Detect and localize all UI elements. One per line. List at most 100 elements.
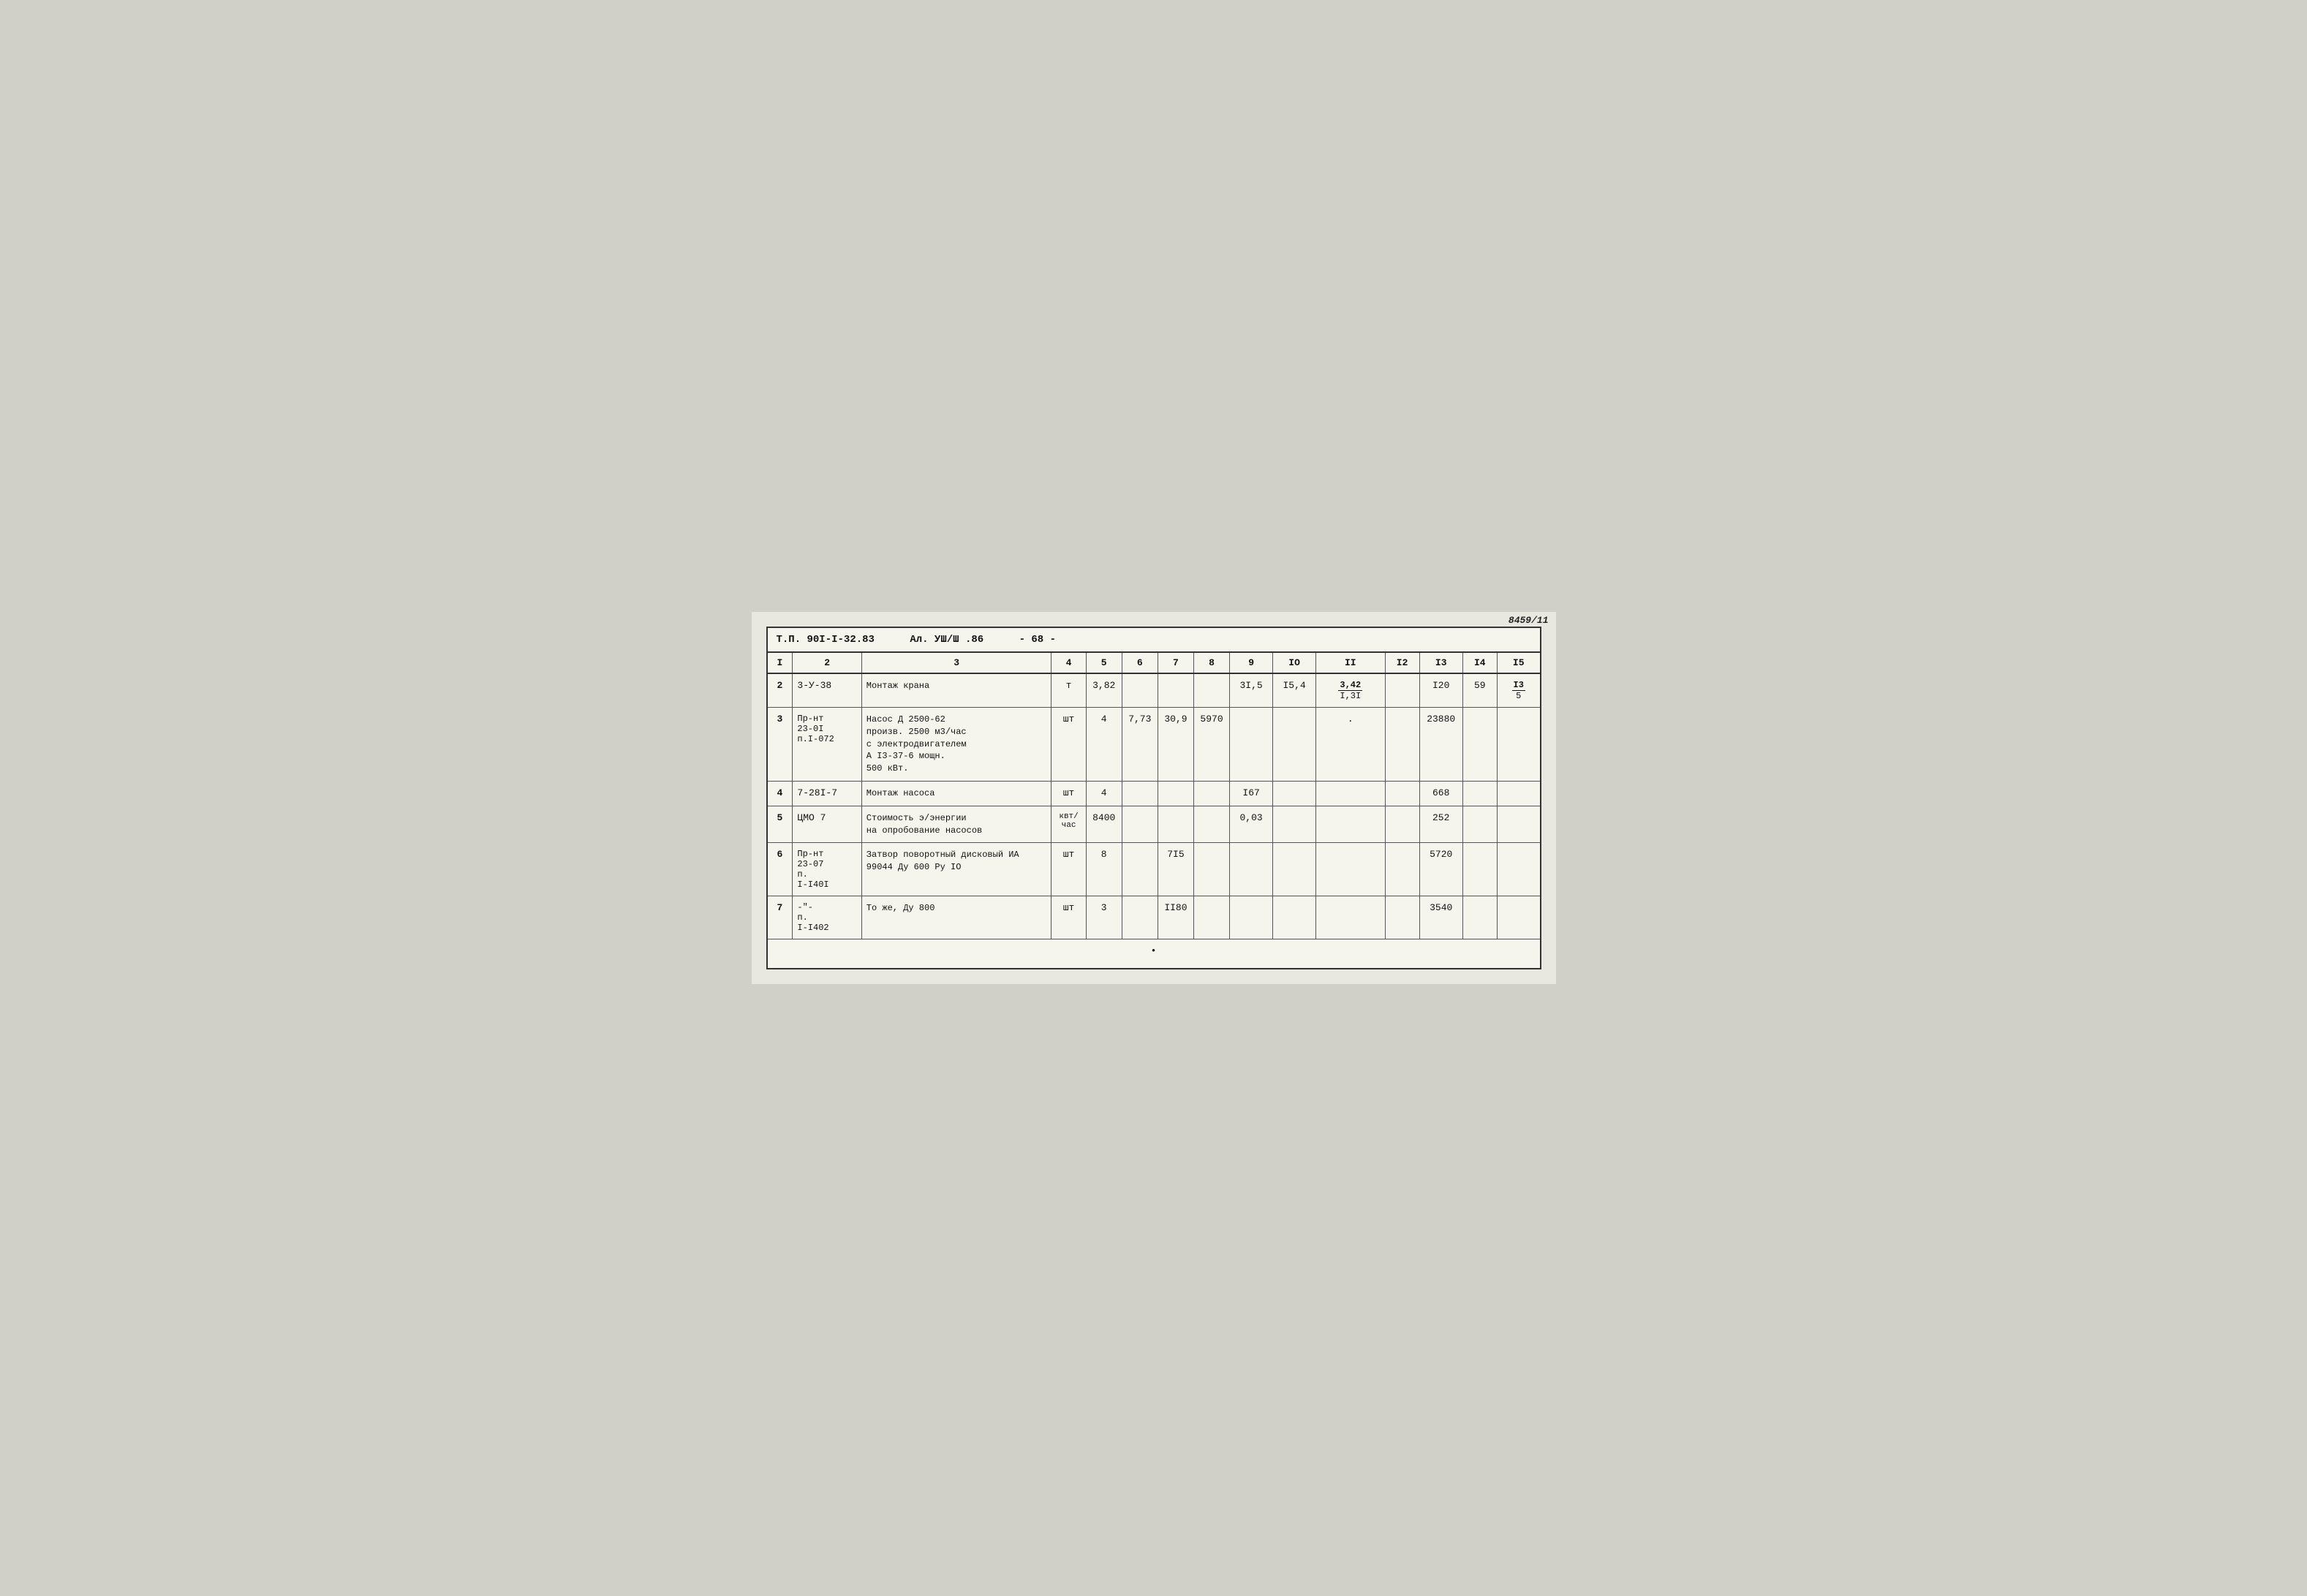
row-c15	[1497, 806, 1540, 843]
row-desc: Затвор поворотный дисковый ИА 99044 Ду 6…	[861, 843, 1051, 896]
col-header-1: I	[767, 652, 793, 673]
row-desc: Монтаж насоса	[861, 782, 1051, 806]
row-c11	[1316, 782, 1385, 806]
col-header-15: I5	[1497, 652, 1540, 673]
row-c9: 3I,5	[1230, 673, 1273, 708]
row-c13: 5720	[1419, 843, 1462, 896]
row-c13: 23880	[1419, 708, 1462, 782]
row-c6	[1122, 782, 1158, 806]
row-c10	[1273, 708, 1316, 782]
row-c8	[1193, 782, 1229, 806]
row-code: Пр-нт 23-07 п. I-I40I	[793, 843, 861, 896]
row-qty: 3,82	[1086, 673, 1122, 708]
row-c7: II80	[1158, 896, 1193, 939]
frac-top-15: I3	[1512, 680, 1525, 691]
table-row: 5 ЦМО 7 Стоимость э/энергиина опробовани…	[767, 806, 1541, 843]
main-table: Т.П. 90I-I-32.83 Ал. УШ/Ш .86 - 68 - I 2…	[766, 627, 1541, 969]
row-c13: 668	[1419, 782, 1462, 806]
col-header-8: 8	[1193, 652, 1229, 673]
column-header-row: I 2 3 4 5 6 7 8 9 IO II I2 I3 I4 I5	[767, 652, 1541, 673]
row-c6	[1122, 806, 1158, 843]
row-c7	[1158, 806, 1193, 843]
row-c6	[1122, 896, 1158, 939]
row-unit: шт	[1051, 708, 1086, 782]
row-c15: I3 5	[1497, 673, 1540, 708]
dot-marker: •	[1151, 945, 1157, 956]
col-header-13: I3	[1419, 652, 1462, 673]
row-c8	[1193, 843, 1229, 896]
col-header-12: I2	[1385, 652, 1419, 673]
row-qty: 4	[1086, 782, 1122, 806]
row-desc: То же, Ду 800	[861, 896, 1051, 939]
col-header-11: II	[1316, 652, 1385, 673]
row-c7	[1158, 673, 1193, 708]
col-header-6: 6	[1122, 652, 1158, 673]
page-container: 8459/11 Т.П. 90I-I-32.83 Ал. УШ/Ш .86 - …	[752, 612, 1556, 984]
row-c8	[1193, 673, 1229, 708]
row-num: 2	[767, 673, 793, 708]
row-num: 4	[767, 782, 793, 806]
row-c15	[1497, 782, 1540, 806]
row-c10: I5,4	[1273, 673, 1316, 708]
frac-top: 3,42	[1338, 680, 1362, 691]
title-page: - 68 -	[1019, 634, 1056, 646]
row-c9: I67	[1230, 782, 1273, 806]
col-header-7: 7	[1158, 652, 1193, 673]
row-num: 3	[767, 708, 793, 782]
frac-value: 3,42 I,3I	[1321, 680, 1380, 701]
row-code: 3-У-38	[793, 673, 861, 708]
row-c9: 0,03	[1230, 806, 1273, 843]
row-c10	[1273, 896, 1316, 939]
row-c7: 7I5	[1158, 843, 1193, 896]
row-unit: шт	[1051, 782, 1086, 806]
row-c7: 30,9	[1158, 708, 1193, 782]
row-c13: 252	[1419, 806, 1462, 843]
row-c11	[1316, 806, 1385, 843]
col-header-10: IO	[1273, 652, 1316, 673]
row-num: 5	[767, 806, 793, 843]
row-c6	[1122, 673, 1158, 708]
row-c13: I20	[1419, 673, 1462, 708]
col-header-9: 9	[1230, 652, 1273, 673]
row-c6	[1122, 843, 1158, 896]
row-unit: шт	[1051, 843, 1086, 896]
row-qty: 3	[1086, 896, 1122, 939]
row-c15	[1497, 708, 1540, 782]
col-header-3: 3	[861, 652, 1051, 673]
page-ref: 8459/11	[1509, 615, 1549, 626]
row-c6: 7,73	[1122, 708, 1158, 782]
row-c9	[1230, 708, 1273, 782]
row-c7	[1158, 782, 1193, 806]
title-cell: Т.П. 90I-I-32.83 Ал. УШ/Ш .86 - 68 -	[767, 627, 1541, 652]
row-c12	[1385, 708, 1419, 782]
frac-bottom-15: 5	[1514, 691, 1522, 701]
table-row: 4 7-28I-7 Монтаж насоса шт 4 I67 668	[767, 782, 1541, 806]
row-c14	[1462, 843, 1497, 896]
row-c12	[1385, 806, 1419, 843]
row-code: ЦМО 7	[793, 806, 861, 843]
row-c15	[1497, 896, 1540, 939]
row-c14	[1462, 782, 1497, 806]
row-code: Пр-нт 23-0I п.I-072	[793, 708, 861, 782]
row-c10	[1273, 806, 1316, 843]
table-row: 2 3-У-38 Монтаж крана т 3,82 3I,5 I5,4 3…	[767, 673, 1541, 708]
row-c11: 3,42 I,3I	[1316, 673, 1385, 708]
row-c12	[1385, 673, 1419, 708]
row-c12	[1385, 896, 1419, 939]
row-c14	[1462, 806, 1497, 843]
row-c8	[1193, 806, 1229, 843]
col-header-4: 4	[1051, 652, 1086, 673]
row-c11: .	[1316, 708, 1385, 782]
row-c14: 59	[1462, 673, 1497, 708]
row-unit: квт/час	[1051, 806, 1086, 843]
row-c11	[1316, 896, 1385, 939]
row-c12	[1385, 843, 1419, 896]
row-num: 7	[767, 896, 793, 939]
row-c13: 3540	[1419, 896, 1462, 939]
table-row: 6 Пр-нт 23-07 п. I-I40I Затвор поворотны…	[767, 843, 1541, 896]
row-qty: 4	[1086, 708, 1122, 782]
title-row: Т.П. 90I-I-32.83 Ал. УШ/Ш .86 - 68 -	[767, 627, 1541, 652]
row-unit: шт	[1051, 896, 1086, 939]
table-row: 3 Пр-нт 23-0I п.I-072 Насос Д 2500-62про…	[767, 708, 1541, 782]
row-c8	[1193, 896, 1229, 939]
